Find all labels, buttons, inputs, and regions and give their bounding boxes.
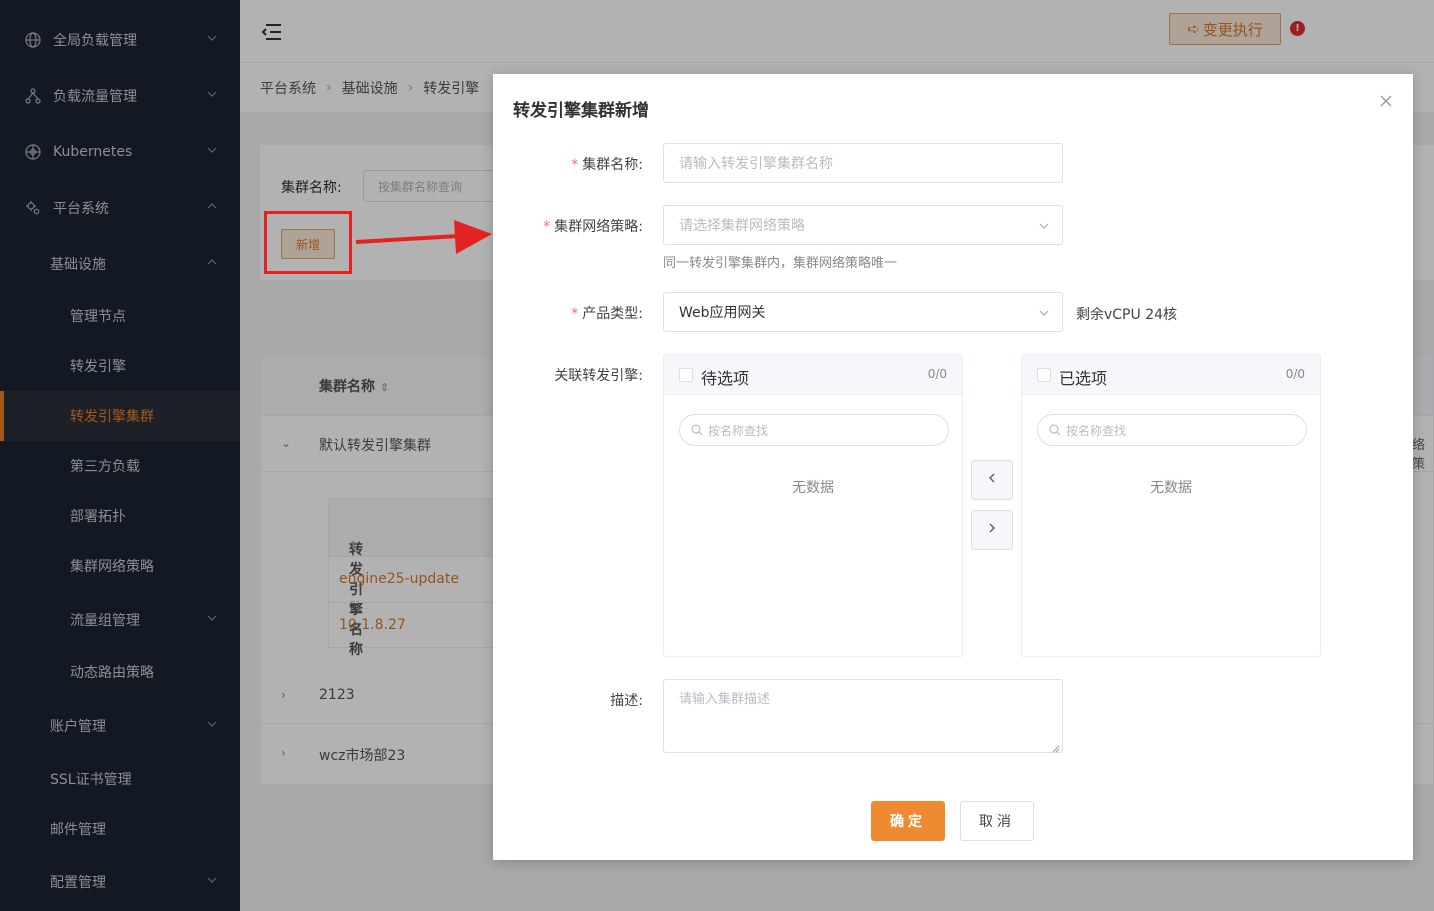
transfer-target-panel: 已选项 0/0 按名称查找 无数据 [1021, 354, 1321, 657]
product-type-select[interactable]: Web应用网关 [663, 292, 1063, 332]
transfer-source-panel: 待选项 0/0 按名称查找 无数据 [663, 354, 963, 657]
confirm-button[interactable]: 确定 [871, 801, 945, 841]
transfer-search-input[interactable]: 按名称查找 [1037, 414, 1307, 446]
transfer-panel-header: 已选项 0/0 [1022, 355, 1320, 395]
associated-engine-label: 关联转发引擎: [554, 368, 643, 384]
required-mark: * [571, 157, 579, 173]
empty-text: 无数据 [792, 480, 834, 496]
required-mark: * [543, 219, 551, 235]
network-policy-select[interactable]: 请选择集群网络策略 [663, 205, 1063, 245]
select-value: Web应用网关 [679, 305, 766, 321]
search-icon [1049, 424, 1061, 436]
chevron-right-icon [986, 522, 998, 538]
product-type-label: * 产品类型: [493, 303, 643, 323]
resize-handle-icon[interactable] [1052, 742, 1060, 753]
remaining-vcpu: 剩余vCPU 24核 [1076, 307, 1178, 323]
cancel-button[interactable]: 取消 [960, 801, 1034, 841]
select-placeholder: 请选择集群网络策略 [679, 218, 805, 234]
network-policy-hint: 同一转发引擎集群内，集群网络策略唯一 [663, 256, 898, 271]
cluster-add-dialog: 转发引擎集群新增 * 集群名称: 请输入转发引擎集群名称 * 集群网络策略: 请选择… [493, 74, 1413, 860]
search-placeholder: 按名称查找 [1066, 423, 1127, 438]
description-label: 描述: [610, 693, 643, 709]
network-policy-label: * 集群网络策略: [493, 216, 643, 236]
chevron-left-icon [986, 472, 998, 488]
dialog-title: 转发引擎集群新增 [513, 101, 649, 121]
chevron-down-icon [1038, 307, 1050, 319]
search-icon [691, 424, 703, 436]
transfer-panel-title: 已选项 [1059, 369, 1108, 388]
textarea-placeholder: 请输入集群描述 [679, 692, 771, 707]
close-icon[interactable] [1379, 94, 1393, 108]
select-all-checkbox[interactable] [1037, 368, 1051, 382]
move-left-button[interactable] [971, 460, 1013, 500]
description-textarea[interactable]: 请输入集群描述 [663, 679, 1063, 753]
label-text: 产品类型: [582, 306, 643, 322]
annotation-highlight-box [264, 211, 352, 274]
annotation-arrow-icon [355, 220, 492, 254]
transfer-search-input[interactable]: 按名称查找 [679, 414, 949, 446]
required-mark: * [571, 306, 579, 322]
transfer-panel-count: 0/0 [927, 367, 947, 381]
move-right-button[interactable] [971, 510, 1013, 550]
transfer-panel-title: 待选项 [701, 369, 750, 388]
empty-text: 无数据 [1150, 480, 1192, 496]
chevron-down-icon [1038, 220, 1050, 232]
cluster-name-input[interactable]: 请输入转发引擎集群名称 [663, 143, 1063, 183]
select-all-checkbox[interactable] [679, 368, 693, 382]
transfer-panel-header: 待选项 0/0 [664, 355, 962, 395]
input-placeholder: 请输入转发引擎集群名称 [679, 156, 833, 172]
transfer-panel-count: 0/0 [1285, 367, 1305, 381]
label-text: 集群网络策略: [554, 219, 643, 235]
search-placeholder: 按名称查找 [708, 423, 769, 438]
label-text: 集群名称: [582, 157, 643, 173]
cluster-name-label: * 集群名称: [493, 154, 643, 174]
